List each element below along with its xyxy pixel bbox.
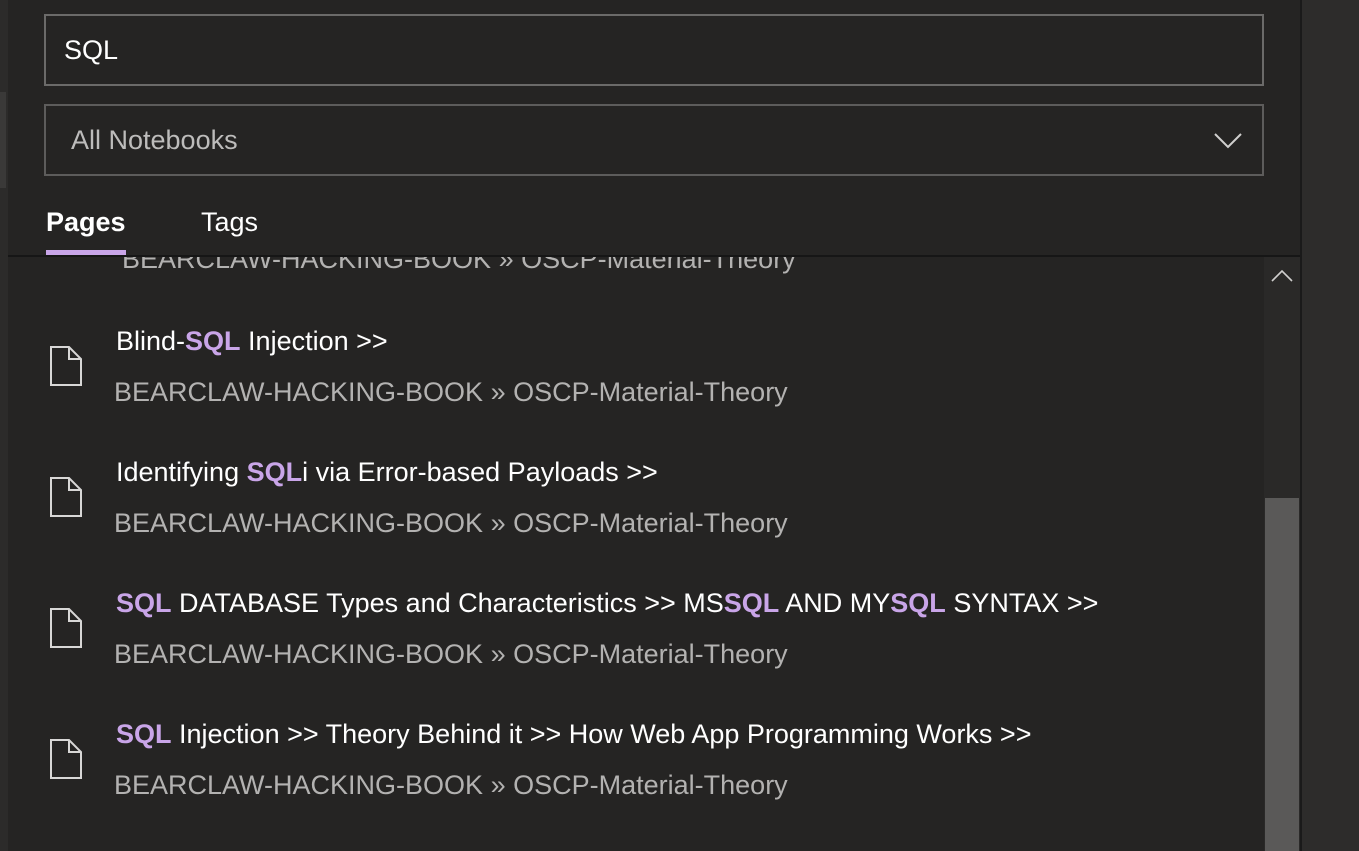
title-text: SYNTAX >> [945,588,1099,618]
page-icon [50,346,82,386]
search-highlight: SQL [185,326,241,356]
list-item[interactable]: Blind-SQL Injection >> BEARCLAW-HACKING-B… [8,257,1264,407]
title-text: Injection >> [240,326,388,356]
scrollbar-thumb[interactable] [1265,498,1299,851]
search-highlight: SQL [116,588,172,618]
notebook-filter-value: All Notebooks [71,125,238,155]
title-text: Blind- [116,326,186,356]
page-icon [50,608,82,648]
path-separator: » [490,770,506,800]
search-highlight: SQL [116,719,172,749]
result-title: Identifying SQLi via Error-based Payload… [116,452,658,492]
chevron-down-icon [1214,133,1242,149]
tab-pages[interactable]: Pages [46,200,126,244]
search-highlight: SQL [246,457,303,487]
search-highlight: SQL [723,588,780,618]
path-section: OSCP-Material-Theory [513,770,788,800]
list-item[interactable]: SQL DATABASE Types and Characteristics >… [8,519,1264,669]
path-notebook: BEARCLAW-HACKING-BOOK [114,770,484,800]
page-icon [50,477,82,517]
chevron-up-icon[interactable] [1264,261,1300,291]
notebook-filter-dropdown[interactable]: All Notebooks [44,104,1264,176]
results-list: BEARCLAW-HACKING-BOOK » OSCP-Material-Th… [8,257,1264,851]
right-side-panel [1300,0,1359,851]
search-input[interactable] [64,16,1244,84]
result-path: BEARCLAW-HACKING-BOOK » OSCP-Material-Th… [114,765,788,805]
search-pane: All Notebooks Pages Tags BEARCLAW-HACKIN… [0,0,1359,851]
page-icon [50,739,82,779]
search-box[interactable] [44,14,1264,86]
result-title: SQL Injection >> Theory Behind it >> How… [116,714,1031,754]
results-scrollbar[interactable] [1264,257,1300,851]
tab-tags[interactable]: Tags [201,200,258,244]
title-text: DATABASE Types and Characteristics >> MS [171,588,724,618]
list-item[interactable]: SQL Injection >> Theory Behind it >> How… [8,650,1264,800]
title-text: AND MY [779,588,891,618]
title-text: Identifying [116,457,247,487]
left-edge-panel [0,0,8,851]
result-title: SQL DATABASE Types and Characteristics >… [116,583,1098,623]
list-item[interactable]: Identifying SQLi via Error-based Payload… [8,388,1264,538]
left-edge-marker [0,92,6,188]
search-highlight: SQL [890,588,946,618]
title-text: Injection >> Theory Behind it >> How Web… [171,719,1032,749]
result-title: Blind-SQL Injection >> [116,321,388,361]
title-text: i via Error-based Payloads >> [302,457,658,487]
